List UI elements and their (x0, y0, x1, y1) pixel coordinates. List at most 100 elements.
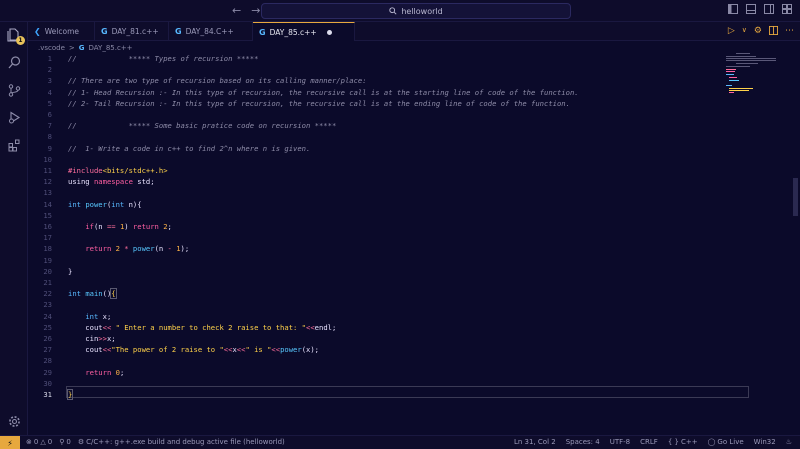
cpp-file-icon: G (101, 27, 108, 36)
breadcrumb-separator: > (68, 43, 75, 52)
platform[interactable]: Win32 (754, 438, 776, 446)
line-number: 14 (43, 199, 52, 209)
code-line: // There are two type of recursion based… (68, 76, 367, 86)
editor-actions: ▷ ∨ ⚙ ⋯ (728, 26, 794, 36)
breadcrumb-file[interactable]: DAY_85.c++ (89, 44, 133, 52)
cursor-position[interactable]: Ln 31, Col 2 (514, 438, 556, 446)
cpp-file-icon: G (175, 27, 182, 36)
navigation-arrows: ← → (232, 4, 260, 17)
line-number: 16 (43, 222, 52, 231)
search-icon (389, 7, 397, 15)
line-number: 30 (43, 378, 52, 388)
editor-scrollbar[interactable] (793, 178, 798, 216)
line-number: 13 (43, 188, 52, 198)
explorer-icon[interactable]: 1 (5, 26, 25, 45)
settings-gear-icon[interactable]: ⚙ (754, 26, 762, 36)
source-control-icon[interactable] (5, 81, 23, 99)
line-number: 17 (43, 233, 52, 243)
tab-day-81[interactable]: G DAY_81.c++ (95, 22, 169, 41)
line-number: 25 (43, 322, 52, 332)
code-line: #include<bits/stdc++.h> (68, 166, 168, 175)
line-number: 28 (43, 356, 52, 366)
code-line: return 0; (85, 367, 125, 377)
code-line: // ***** Some basic pratice code on recu… (68, 121, 337, 131)
line-number: 5 (47, 98, 52, 108)
line-number: 2 (47, 65, 52, 75)
activity-bar: 1 (0, 22, 28, 435)
indentation[interactable]: Spaces: 4 (566, 438, 600, 446)
status-left: ⊗ 0 △ 0 ⚲ 0 ⚙ C/C++: g++.exe build and debug… (26, 438, 285, 446)
gear-icon: ⚙ (77, 438, 85, 446)
go-live-button[interactable]: ◯ Go Live (708, 438, 744, 446)
current-line-highlight (66, 386, 749, 398)
status-bar: ⚡ ⊗ 0 △ 0 ⚲ 0 ⚙ C/C++: g++.exe build and deb… (0, 435, 800, 449)
layout-panel-icon[interactable] (746, 4, 756, 14)
code-line: // 1- Write a code in c++ to find 2^n wh… (68, 143, 311, 153)
code-line: cin>>x; (68, 334, 116, 343)
extensions-icon[interactable] (5, 136, 23, 154)
line-ending[interactable]: CRLF (640, 438, 658, 446)
layout-aux-icon[interactable] (764, 4, 774, 14)
forward-arrow-icon[interactable]: → (251, 4, 260, 17)
code-line: int power(int n){ (68, 199, 142, 209)
encoding[interactable]: UTF-8 (610, 438, 630, 446)
tab-day-84[interactable]: G DAY_84.C++ (169, 22, 253, 41)
ports-indicator[interactable]: ⚲ 0 (59, 438, 71, 446)
code-line: int x; (85, 311, 112, 321)
line-number: 19 (43, 255, 52, 265)
command-center-text: helloworld (401, 6, 443, 16)
tab-welcome[interactable]: ❮ Welcome (28, 22, 95, 41)
line-number: 21 (43, 278, 52, 287)
code-line: } (66, 389, 74, 400)
line-number: 24 (43, 311, 52, 321)
explorer-badge: 1 (16, 36, 25, 45)
line-number: 7 (47, 121, 52, 131)
line-number: 1 (47, 54, 52, 63)
breadcrumb-folder[interactable]: .vscode (38, 44, 65, 52)
code-line: return 2 * power(n - 1); (85, 244, 190, 254)
code-line: // 1- Head Recursion :- In this type of … (68, 87, 579, 97)
code-editor[interactable]: 1 // ***** Types of recursion ***** 2 3 //… (28, 53, 800, 435)
settings-gear-icon[interactable] (5, 412, 23, 430)
build-task[interactable]: ⚙ C/C++: g++.exe build and debug active f… (78, 438, 285, 446)
status-right: Ln 31, Col 2 Spaces: 4 UTF-8 CRLF { } C++… (514, 438, 792, 446)
code-line: // 2- Tail Recursion :- In this type of … (68, 98, 570, 108)
line-number: 11 (43, 166, 52, 175)
line-number: 8 (47, 132, 52, 142)
line-number: 31 (43, 390, 52, 399)
line-number: 18 (43, 244, 52, 254)
run-debug-icon[interactable] (5, 108, 23, 126)
customize-layout-icon[interactable] (782, 4, 792, 14)
line-number: 22 (43, 289, 52, 299)
code-line: using namespace std; (68, 177, 155, 187)
line-number: 4 (47, 87, 52, 97)
line-number: 12 (43, 177, 52, 187)
run-file-icon[interactable]: ▷ (728, 26, 735, 36)
unsaved-dot-icon[interactable] (326, 29, 332, 35)
back-arrow-icon[interactable]: ← (232, 4, 241, 17)
breadcrumb: .vscode > G DAY_85.c++ (38, 42, 133, 53)
command-center-search[interactable]: helloworld (261, 3, 571, 19)
tab-label: DAY_85.c++ (269, 27, 317, 37)
search-icon[interactable] (5, 53, 23, 71)
remote-indicator-icon[interactable]: ⚡ (0, 436, 20, 449)
code-line: cout<< " Enter a number to check 2 raise… (68, 322, 337, 332)
language-mode[interactable]: { } C++ (668, 438, 698, 446)
broadcast-icon: ◯ (707, 438, 716, 446)
tab-day-85[interactable]: G DAY_85.c++ (253, 22, 355, 41)
tab-label: Welcome (44, 27, 80, 36)
split-editor-icon[interactable] (769, 26, 778, 35)
problems-indicator[interactable]: ⊗ 0 △ 0 (26, 438, 52, 446)
cpp-file-icon: G (259, 27, 266, 37)
line-number: 27 (43, 345, 52, 355)
chevron-down-icon[interactable]: ∨ (742, 26, 747, 36)
layout-controls (728, 4, 792, 14)
minimap[interactable] (726, 53, 786, 93)
line-number: 26 (43, 334, 52, 343)
notifications-bell-icon[interactable]: ♨ (786, 438, 792, 446)
error-icon: ⊗ (26, 438, 32, 446)
editor-tab-bar: ❮ Welcome G DAY_81.c++ G DAY_84.C++ G DA… (28, 22, 800, 41)
more-actions-icon[interactable]: ⋯ (785, 26, 794, 36)
vscode-logo-icon: ❮ (34, 27, 41, 36)
layout-sidebar-icon[interactable] (728, 4, 738, 14)
